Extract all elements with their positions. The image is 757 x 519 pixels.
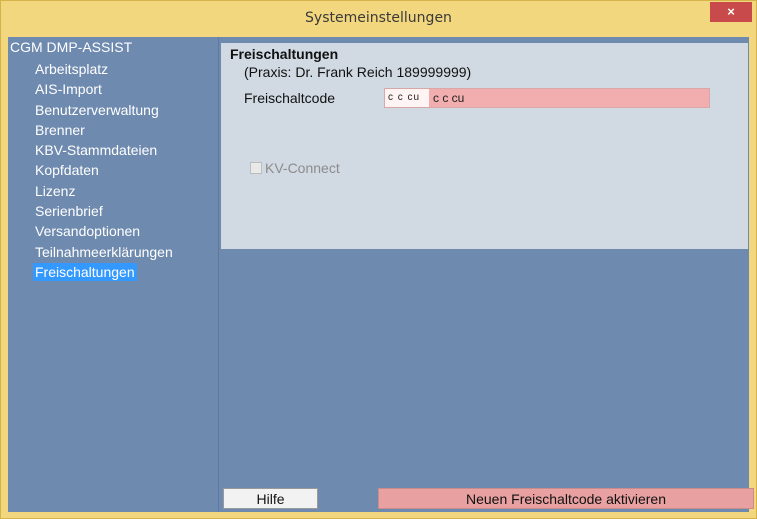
tree-item-arbeitsplatz[interactable]: Arbeitsplatz (33, 59, 175, 79)
tree-item-serienbrief[interactable]: Serienbrief (33, 201, 175, 221)
tree-root[interactable]: CGM DMP-ASSIST (10, 39, 132, 55)
tree-item-brenner[interactable]: Brenner (33, 120, 175, 140)
tree-item-benutzerverwaltung[interactable]: Benutzerverwaltung (33, 100, 175, 120)
close-button[interactable]: × (710, 2, 752, 22)
kv-connect-option: KV-Connect (250, 160, 340, 176)
tree-item-label: Brenner (35, 121, 85, 138)
tree-item-teilnahmeerklaerungen[interactable]: Teilnahmeerklärungen (33, 242, 175, 262)
tree-item-label: Versandoptionen (35, 223, 141, 240)
panel-title: Freischaltungen (230, 46, 339, 62)
tree-item-label: Teilnahmeerklärungen (35, 243, 173, 260)
tree-item-label: Arbeitsplatz (35, 61, 109, 77)
tree-item-ais-import[interactable]: AIS-Import (33, 79, 175, 99)
tree-item-versandoptionen[interactable]: Versandoptionen (33, 221, 175, 241)
code-label: Freischaltcode (244, 90, 336, 106)
kv-connect-checkbox[interactable] (250, 162, 262, 174)
freischaltcode-input[interactable] (384, 88, 710, 108)
settings-window: Systemeinstellungen × CGM DMP-ASSIST Arb… (0, 0, 757, 519)
tree-item-label: Serienbrief (35, 203, 103, 220)
tree-item-label: Kopfdaten (35, 162, 99, 179)
tree-item-freischaltungen[interactable]: Freischaltungen (33, 262, 175, 282)
praxis-info: (Praxis: Dr. Frank Reich 189999999) (244, 64, 472, 80)
help-button[interactable]: Hilfe (223, 488, 318, 509)
tree-item-label: KBV-Stammdateien (35, 142, 158, 159)
kv-connect-label: KV-Connect (265, 160, 340, 176)
close-icon: × (727, 4, 735, 19)
tree-item-kopfdaten[interactable]: Kopfdaten (33, 160, 175, 180)
client-area: CGM DMP-ASSIST Arbeitsplatz AIS-Import B… (8, 37, 754, 512)
title-bar[interactable]: Systemeinstellungen × (1, 1, 756, 35)
tree-item-lizenz[interactable]: Lizenz (33, 181, 175, 201)
window-title: Systemeinstellungen (305, 10, 452, 26)
tree-items: Arbeitsplatz AIS-Import Benutzerverwaltu… (33, 59, 175, 282)
tree-item-label: Benutzerverwaltung (35, 101, 159, 118)
tree-item-label: AIS-Import (35, 81, 102, 98)
activate-code-button[interactable]: Neuen Freischaltcode aktivieren (378, 488, 754, 509)
settings-tree: CGM DMP-ASSIST Arbeitsplatz AIS-Import B… (8, 37, 219, 512)
freischaltungen-panel: Freischaltungen (Praxis: Dr. Frank Reich… (221, 43, 748, 249)
tree-item-label: Lizenz (35, 182, 76, 199)
tree-item-label: Freischaltungen (33, 262, 137, 281)
tree-item-kbv-stammdateien[interactable]: KBV-Stammdateien (33, 140, 175, 160)
code-value-display: c c cu (385, 89, 429, 107)
